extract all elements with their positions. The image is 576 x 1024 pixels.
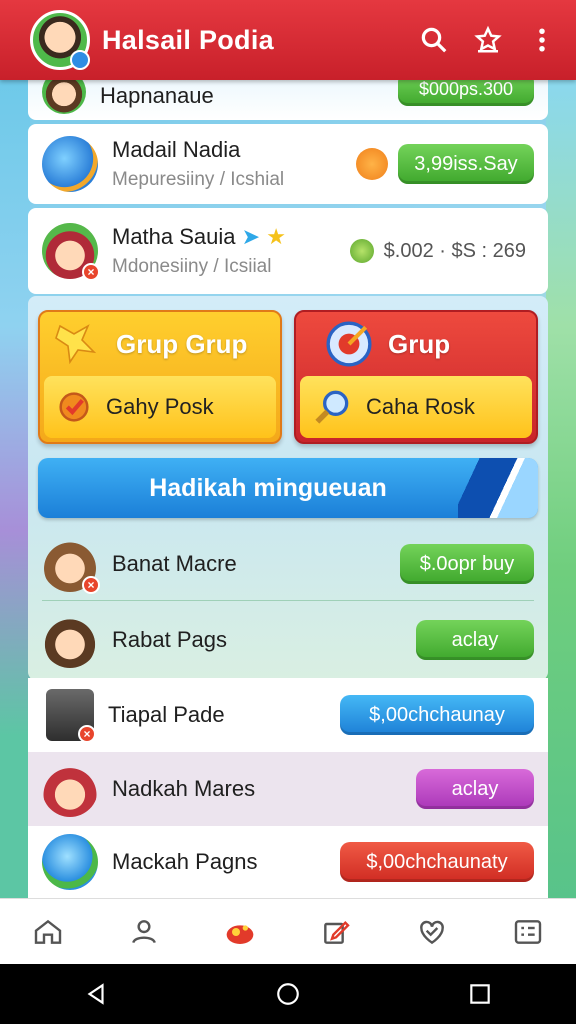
list-item-name: Banat Macre	[112, 551, 237, 576]
price-button[interactable]: 3,99iss.Say	[398, 144, 534, 184]
device-icon: ×	[46, 689, 96, 743]
banner-label: Hadikah mingueuan	[149, 473, 387, 502]
divider	[42, 600, 534, 601]
back-icon[interactable]	[66, 964, 126, 1024]
list-item-name: Nadkah Mares	[112, 776, 256, 801]
list-item-name: Tiapal Pade	[108, 702, 225, 727]
app-avatar[interactable]	[30, 10, 90, 70]
magnifier-icon	[315, 390, 349, 424]
tile-action-label: Gahy Posk	[106, 394, 214, 419]
list-item-subtitle: Mdonesiiny / Icsiial	[112, 256, 272, 277]
x-badge-icon: ×	[82, 263, 100, 281]
tile-action-button[interactable]: Caha Rosk	[300, 376, 532, 438]
list-item-name: Hapnanaue	[100, 83, 214, 108]
list-item-subtitle: Mepuresiiny / Icshial	[112, 169, 285, 190]
list-item[interactable]: Hapnanaue $000ps.300	[28, 70, 548, 120]
more-vert-icon[interactable]	[522, 20, 562, 60]
list-item[interactable]: × Matha Sauia ➤ ★ Mdonesiiny / Icsiial $…	[28, 208, 548, 294]
list-item[interactable]: Rabat Pags aclay	[28, 604, 548, 676]
app-bar: Halsail Podia	[0, 0, 576, 80]
list-item-name: Mackah Pagns	[112, 849, 258, 874]
search-icon[interactable]	[414, 20, 454, 60]
star-x-icon	[55, 324, 97, 365]
home-circle-icon[interactable]	[258, 964, 318, 1024]
list-item[interactable]: Nadkah Mares aclay	[28, 752, 548, 826]
list-item-name: Madail Nadia	[112, 137, 241, 162]
profile-icon[interactable]	[116, 904, 172, 960]
tile-title: Grup	[388, 328, 451, 359]
action-button[interactable]: aclay	[416, 620, 534, 660]
list-item-name: Rabat Pags	[112, 627, 227, 652]
grid-list-icon[interactable]	[500, 904, 556, 960]
edit-icon[interactable]	[308, 904, 364, 960]
action-button[interactable]: $,00chchaunaty	[340, 842, 534, 882]
recents-icon[interactable]	[450, 964, 510, 1024]
gear-check-icon	[59, 392, 89, 422]
group-tile-left[interactable]: Grup Grup Gahy Posk	[38, 310, 282, 444]
avatar-badge-icon	[70, 50, 90, 70]
banner-stripe	[458, 458, 538, 518]
tile-action-label: Caha Rosk	[366, 394, 475, 419]
avatar: ×	[42, 536, 100, 594]
home-icon[interactable]	[20, 904, 76, 960]
leaf-icon	[349, 239, 374, 263]
avatar	[42, 761, 98, 817]
action-button[interactable]: aclay	[416, 769, 534, 809]
avatar	[42, 612, 98, 668]
background-left	[0, 80, 30, 900]
tile-action-button[interactable]: Gahy Posk	[44, 376, 276, 438]
promo-banner[interactable]: Hadikah mingueuan	[38, 458, 538, 518]
system-nav-bar	[0, 964, 576, 1024]
action-button[interactable]: $,00chchaunay	[340, 695, 534, 735]
star-icon: ★	[266, 224, 286, 249]
background-right	[546, 80, 576, 900]
globe-icon	[42, 136, 98, 192]
action-button[interactable]: $.0opr buy	[400, 544, 534, 584]
list-item-name: Matha Sauia ➤ ★	[112, 224, 286, 249]
star-badge-icon[interactable]	[468, 20, 508, 60]
game-icon[interactable]	[212, 904, 268, 960]
featured-panel: Grup Grup Gahy Posk Grup Caha Rosk Hadik…	[28, 296, 548, 680]
price-text: $.002 · $S : 269	[383, 239, 526, 262]
mascot-icon	[356, 148, 388, 180]
list-item[interactable]: Madail Nadia Mepuresiiny / Icshial 3,99i…	[28, 124, 548, 204]
tile-title: Grup Grup	[116, 328, 248, 359]
app-title: Halsail Podia	[102, 24, 274, 55]
bottom-tab-bar	[0, 898, 576, 964]
group-tile-right[interactable]: Grup Caha Rosk	[294, 310, 538, 444]
send-icon: ➤	[241, 224, 261, 249]
x-badge-icon: ×	[82, 576, 100, 594]
list-item[interactable]: × Tiapal Pade $,00chchaunay	[28, 678, 548, 752]
x-badge-icon: ×	[78, 725, 96, 743]
list-item[interactable]: Mackah Pagns $,00chchaunaty	[28, 826, 548, 898]
heart-icon[interactable]	[404, 904, 460, 960]
avatar: ×	[42, 223, 100, 281]
list-item[interactable]: × Banat Macre $.0opr buy	[28, 528, 548, 600]
globe-icon	[42, 834, 98, 890]
target-icon	[326, 321, 372, 367]
